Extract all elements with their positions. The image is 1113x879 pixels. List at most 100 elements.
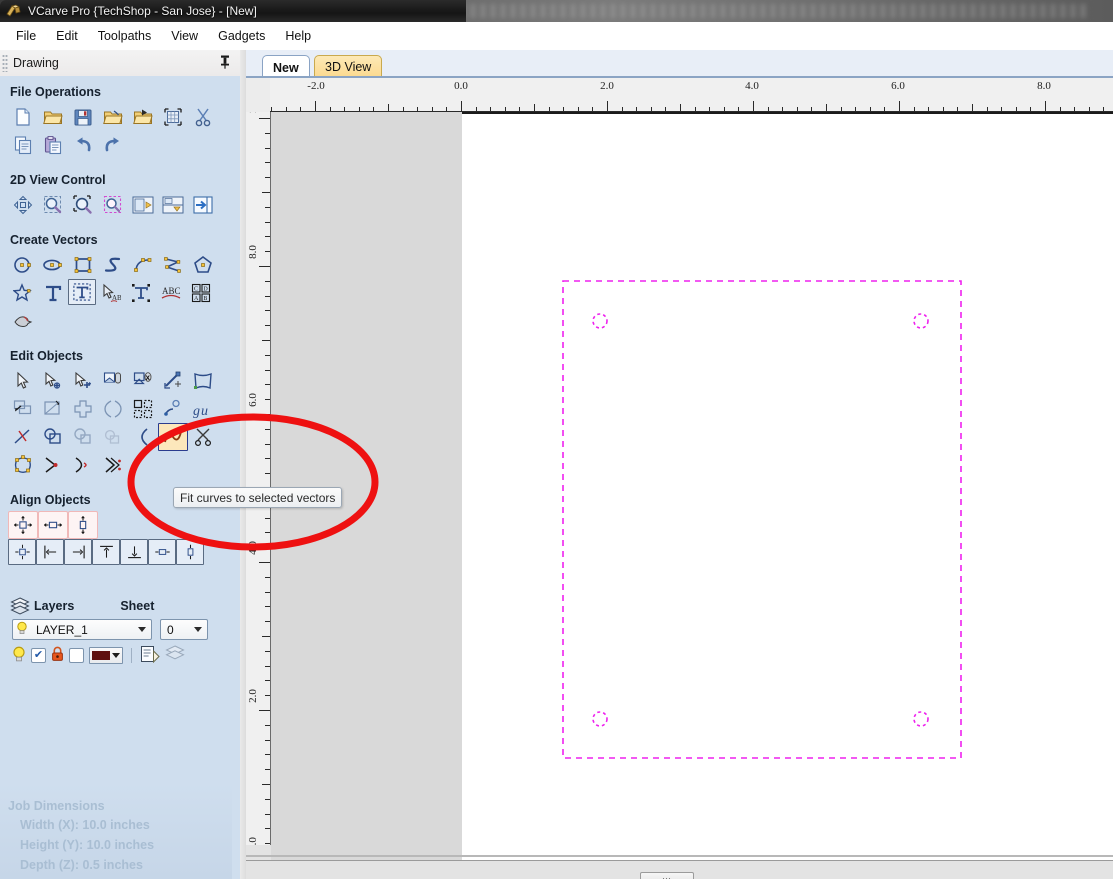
layer-properties-icon[interactable] [140, 645, 160, 666]
align-center-page-icon[interactable] [8, 511, 38, 539]
layer-visible-bulb-icon[interactable] [12, 646, 26, 665]
job-setup-icon[interactable] [158, 103, 188, 131]
select-text-icon[interactable]: AB [96, 279, 126, 307]
align-center-x-icon[interactable] [38, 511, 68, 539]
auto-text-layout-icon[interactable]: ABC [156, 279, 186, 307]
draw-ellipse-icon[interactable] [38, 251, 68, 279]
block-copy-icon[interactable] [128, 395, 158, 423]
ruler-minor-tick [265, 384, 270, 386]
trace-bitmap-icon[interactable] [8, 307, 38, 335]
align-vertical-icon[interactable] [176, 539, 204, 565]
move-tool-icon[interactable] [68, 367, 98, 395]
redo-icon[interactable] [98, 131, 128, 159]
layer-fill-checkbox[interactable] [69, 648, 84, 663]
fillet-icon[interactable] [98, 423, 128, 451]
delete-object-icon[interactable]: x [128, 367, 158, 395]
fit-curves-icon[interactable] [158, 423, 188, 451]
dock-grip-icon[interactable] [2, 54, 8, 72]
paste-icon[interactable] [38, 131, 68, 159]
set-size-icon[interactable] [158, 367, 188, 395]
horizontal-ruler[interactable]: -2.0 0.0 2.0 4.0 6.0 8.0 [270, 78, 1113, 113]
layer-color-swatch[interactable] [89, 647, 123, 664]
node-edit-icon[interactable] [38, 367, 68, 395]
vector-rectangle[interactable] [562, 280, 962, 759]
scissors-cut-vector-icon[interactable] [188, 423, 218, 451]
align-horizontal-icon[interactable] [148, 539, 176, 565]
close-vector-icon[interactable] [68, 423, 98, 451]
open-file-icon[interactable] [38, 103, 68, 131]
rotate-copy-icon[interactable] [98, 395, 128, 423]
create-text-icon[interactable] [38, 279, 68, 307]
copy-icon[interactable] [8, 131, 38, 159]
horizontal-scrollbar-thumb[interactable] [640, 872, 694, 879]
trim-icon[interactable] [8, 423, 38, 451]
edit-text-icon[interactable] [68, 279, 96, 305]
move-nodes-icon[interactable] [98, 451, 128, 479]
array-copy-icon[interactable] [68, 395, 98, 423]
draw-rectangle-icon[interactable] [68, 251, 98, 279]
menu-view[interactable]: View [161, 25, 208, 47]
weld-icon[interactable]: gu [188, 395, 218, 423]
select-tool-icon[interactable] [8, 367, 38, 395]
horizontal-scrollbar[interactable] [246, 860, 1113, 879]
import-vectors-icon[interactable] [98, 103, 128, 131]
sheet-select[interactable]: 0 [160, 619, 208, 640]
layer-lock-icon[interactable] [51, 646, 64, 665]
smooth-node-icon[interactable] [68, 451, 98, 479]
svg-text:x: x [146, 373, 151, 382]
separate-icon[interactable] [128, 423, 158, 451]
node-edit-shape-icon[interactable] [8, 451, 38, 479]
align-right-icon[interactable] [64, 539, 92, 565]
vertical-ruler[interactable]: 10.08.06.04.02.00.0 [246, 112, 271, 860]
menu-gadgets[interactable]: Gadgets [208, 25, 275, 47]
tab-3d-view[interactable]: 3D View [314, 55, 383, 78]
toggle-split-pane-icon[interactable] [158, 191, 188, 219]
text-on-curve-icon[interactable] [126, 279, 156, 307]
menu-edit[interactable]: Edit [46, 25, 88, 47]
menu-toolpaths[interactable]: Toolpaths [88, 25, 162, 47]
distort-icon[interactable] [188, 367, 218, 395]
draw-arc-icon[interactable] [128, 251, 158, 279]
align-centers-icon[interactable] [8, 539, 36, 565]
draw-polygon-icon[interactable] [188, 251, 218, 279]
vector-circle[interactable] [913, 711, 929, 727]
new-file-icon[interactable] [8, 103, 38, 131]
vector-circle[interactable] [913, 313, 929, 329]
join-open-vectors-icon[interactable] [38, 423, 68, 451]
toggle-left-pane-icon[interactable] [128, 191, 158, 219]
layer-active-checkbox[interactable]: ✔ [31, 648, 46, 663]
insert-node-icon[interactable] [38, 451, 68, 479]
menu-help[interactable]: Help [275, 25, 321, 47]
align-top-icon[interactable] [92, 539, 120, 565]
zoom-selection-icon[interactable] [98, 191, 128, 219]
draw-circle-icon[interactable] [8, 251, 38, 279]
draw-polyline-icon[interactable] [98, 251, 128, 279]
pin-icon[interactable] [220, 55, 230, 71]
draw-curve-icon[interactable] [158, 251, 188, 279]
align-bottom-icon[interactable] [120, 539, 148, 565]
left-panel-scrollbar[interactable] [232, 76, 240, 879]
import-bitmap-icon[interactable] [128, 103, 158, 131]
undo-icon[interactable] [68, 131, 98, 159]
offset-icon[interactable] [8, 395, 38, 423]
vector-circle[interactable] [592, 313, 608, 329]
pan-icon[interactable] [8, 191, 38, 219]
mirror-icon[interactable] [38, 395, 68, 423]
align-left-icon[interactable] [36, 539, 64, 565]
nest-objects-icon[interactable]: CDAB [186, 279, 216, 307]
ruler-label: -2.0 [307, 80, 325, 92]
2d-drawing-canvas[interactable] [271, 112, 1113, 860]
vector-circle[interactable] [592, 711, 608, 727]
draw-star-icon[interactable] [8, 279, 38, 307]
cut-icon[interactable] [188, 103, 218, 131]
zoom-extents-icon[interactable] [68, 191, 98, 219]
close-pane-icon[interactable] [188, 191, 218, 219]
save-file-icon[interactable] [68, 103, 98, 131]
measure-icon[interactable] [98, 367, 128, 395]
menu-file[interactable]: File [6, 25, 46, 47]
layer-select[interactable]: LAYER_1 [12, 619, 152, 640]
zoom-in-icon[interactable] [38, 191, 68, 219]
manage-layers-icon[interactable] [165, 645, 185, 666]
group-icon[interactable] [158, 395, 188, 423]
align-center-y-icon[interactable] [68, 511, 98, 539]
